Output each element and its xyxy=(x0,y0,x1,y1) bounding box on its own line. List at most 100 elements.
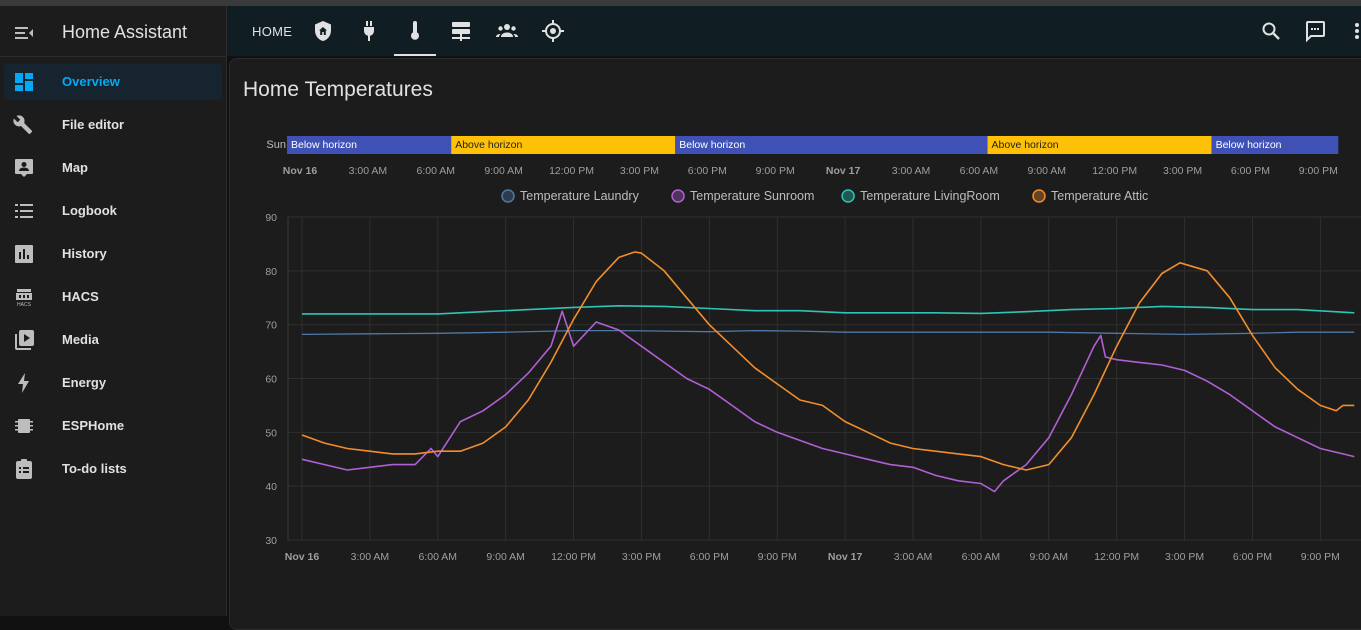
timeline-x-tick-label: 6:00 PM xyxy=(1231,165,1270,177)
active-tab-indicator xyxy=(394,54,436,56)
timeline-segment-label: Above horizon xyxy=(992,139,1059,151)
top-app-bar: HOME xyxy=(227,6,1361,56)
x-tick-label: 3:00 PM xyxy=(1165,551,1204,563)
sidebar: Home Assistant Overview File editor Map … xyxy=(0,6,227,616)
legend-entry: Temperature Attic xyxy=(1051,189,1148,203)
timeline-segment-label: Below horizon xyxy=(679,139,745,151)
timeline-segment-label: Below horizon xyxy=(1216,139,1282,151)
chart-bar-icon xyxy=(12,242,36,266)
sidebar-item-overview[interactable]: Overview xyxy=(4,64,222,100)
x-tick-label: Nov 16 xyxy=(285,551,320,563)
x-tick-label: 12:00 PM xyxy=(551,551,596,563)
series-line[interactable] xyxy=(301,251,1355,471)
timeline-x-tick-label: 6:00 PM xyxy=(688,165,727,177)
timeline-x-tick-label: 9:00 AM xyxy=(484,165,523,177)
sidebar-item-label: File editor xyxy=(62,117,125,132)
x-tick-label: 9:00 AM xyxy=(1030,551,1069,563)
series-line[interactable] xyxy=(302,305,1355,315)
shield-home-icon[interactable] xyxy=(311,19,335,43)
x-tick-label: 9:00 AM xyxy=(486,551,525,563)
x-tick-label: 9:00 PM xyxy=(1301,551,1340,563)
server-icon[interactable] xyxy=(449,19,473,43)
plug-icon[interactable] xyxy=(357,19,381,43)
timeline-x-tick-label: 6:00 AM xyxy=(417,165,456,177)
x-tick-label: 6:00 PM xyxy=(690,551,729,563)
assist-icon[interactable] xyxy=(1303,19,1327,43)
y-tick-label: 50 xyxy=(265,427,277,439)
sidebar-item-label: HACS xyxy=(62,289,99,304)
timeline-segment-label: Above horizon xyxy=(455,139,522,151)
sidebar-item-hacs[interactable]: HACS HACS xyxy=(4,279,222,315)
sidebar-item-map[interactable]: Map xyxy=(4,150,222,186)
tab-home[interactable]: HOME xyxy=(252,24,292,39)
history-graph-card: Home Temperatures Sun Below horizon Above … xyxy=(229,58,1361,630)
play-box-icon xyxy=(12,328,36,352)
x-tick-label: 6:00 AM xyxy=(962,551,1001,563)
legend-entry: Temperature Sunroom xyxy=(690,189,814,203)
map-person-icon xyxy=(12,156,36,180)
svg-text:HACS: HACS xyxy=(17,302,32,308)
timeline-x-tick-label: 3:00 AM xyxy=(892,165,931,177)
hacs-icon: HACS xyxy=(12,285,36,309)
sidebar-item-logbook[interactable]: Logbook xyxy=(4,193,222,229)
search-icon[interactable] xyxy=(1259,19,1283,43)
menu-collapse-icon[interactable] xyxy=(12,21,36,45)
temperature-chart: Sun Below horizon Above horizon Below horiz… xyxy=(265,136,1361,563)
account-group-icon[interactable] xyxy=(495,19,519,43)
timeline-x-tick-label: 12:00 PM xyxy=(549,165,594,177)
legend-swatch[interactable] xyxy=(841,189,855,203)
sidebar-item-energy[interactable]: Energy xyxy=(4,365,222,401)
y-tick-label: 80 xyxy=(265,266,277,278)
sidebar-item-history[interactable]: History xyxy=(4,236,222,272)
y-tick-label: 30 xyxy=(265,535,277,547)
x-tick-label: 3:00 PM xyxy=(622,551,661,563)
timeline-x-tick-label: 9:00 AM xyxy=(1028,165,1067,177)
x-tick-label: 3:00 AM xyxy=(351,551,390,563)
legend-entry: Temperature LivingRoom xyxy=(860,189,1000,203)
list-icon xyxy=(12,199,36,223)
crosshairs-gps-icon[interactable] xyxy=(541,19,565,43)
x-tick-label: 9:00 PM xyxy=(758,551,797,563)
series-line[interactable] xyxy=(301,329,1355,336)
timeline-x-tick-label: Nov 16 xyxy=(283,165,318,177)
dashboard-icon xyxy=(12,70,36,94)
timeline-x-tick-label: 3:00 AM xyxy=(349,165,388,177)
sidebar-item-label: Overview xyxy=(62,74,120,89)
timeline-x-tick-label: 9:00 PM xyxy=(1299,165,1338,177)
legend-entry: Temperature Laundry xyxy=(520,189,640,203)
sidebar-item-label: Logbook xyxy=(62,203,117,218)
timeline-x-tick-label: 3:00 PM xyxy=(620,165,659,177)
wrench-icon xyxy=(12,113,36,137)
timeline-x-tick-label: 12:00 PM xyxy=(1092,165,1137,177)
timeline-segment-label: Below horizon xyxy=(291,139,357,151)
more-icon[interactable] xyxy=(1347,19,1361,43)
timeline-x-tick-label: Nov 17 xyxy=(826,165,861,177)
x-tick-label: 12:00 PM xyxy=(1094,551,1139,563)
legend-swatch[interactable] xyxy=(501,189,515,203)
sidebar-item-media[interactable]: Media xyxy=(4,322,222,358)
y-tick-label: 90 xyxy=(265,212,277,224)
y-tick-label: 70 xyxy=(265,320,277,332)
timeline-entity-label: Sun xyxy=(266,139,286,151)
sidebar-item-label: History xyxy=(62,246,107,261)
sidebar-item-label: Media xyxy=(62,332,99,347)
sidebar-item-label: Energy xyxy=(62,375,107,390)
x-tick-label: 6:00 PM xyxy=(1233,551,1272,563)
y-tick-label: 40 xyxy=(265,481,277,493)
thermometer-icon[interactable] xyxy=(403,19,427,43)
series-line[interactable] xyxy=(301,310,1355,493)
timeline-x-tick-label: 9:00 PM xyxy=(756,165,795,177)
sidebar-item-label: To-do lists xyxy=(62,461,127,476)
x-tick-label: 3:00 AM xyxy=(894,551,933,563)
y-tick-label: 60 xyxy=(265,374,277,386)
sidebar-item-todo-lists[interactable]: To-do lists xyxy=(4,451,222,487)
sidebar-item-file-editor[interactable]: File editor xyxy=(4,107,222,143)
clipboard-list-icon xyxy=(12,457,36,481)
chip-icon xyxy=(12,414,36,438)
sidebar-item-esphome[interactable]: ESPHome xyxy=(4,408,222,444)
legend-swatch[interactable] xyxy=(1032,189,1046,203)
timeline-x-tick-label: 3:00 PM xyxy=(1163,165,1202,177)
sidebar-item-label: ESPHome xyxy=(62,418,125,433)
legend-swatch[interactable] xyxy=(671,189,685,203)
timeline-x-tick-label: 6:00 AM xyxy=(960,165,999,177)
